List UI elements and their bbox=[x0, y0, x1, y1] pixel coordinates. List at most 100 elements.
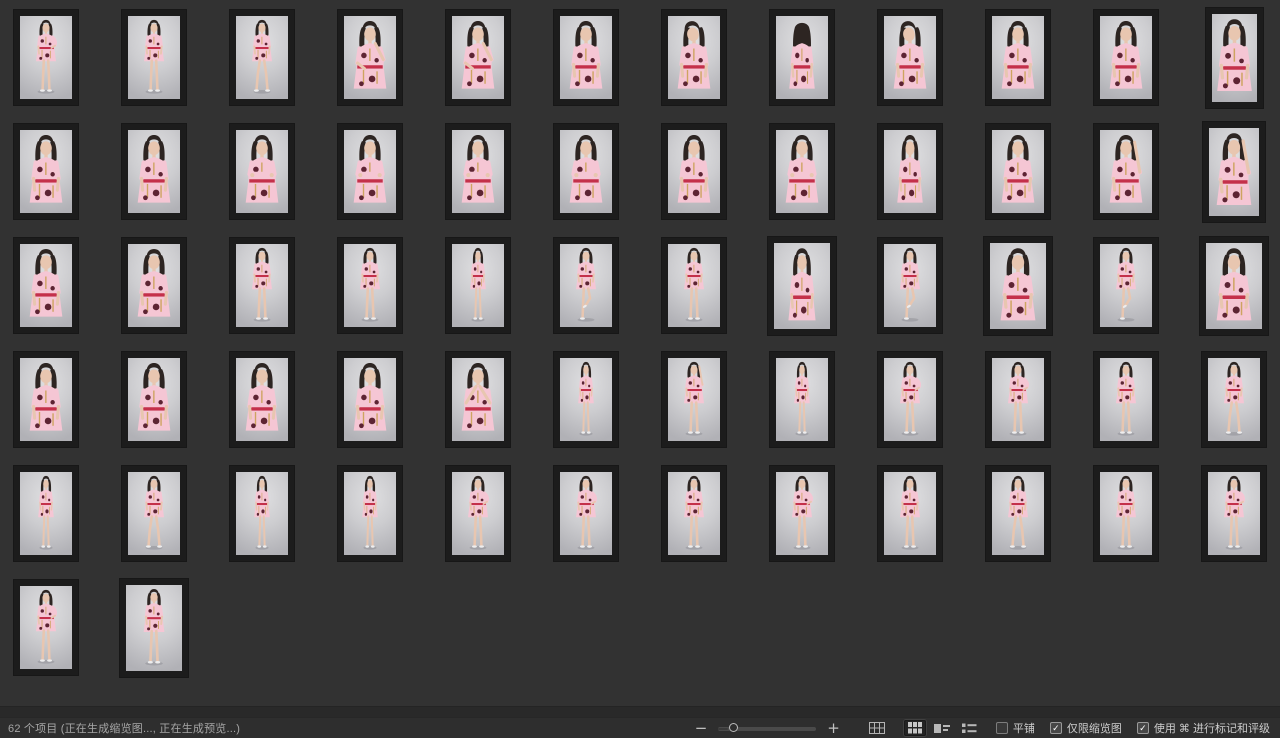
thumbnail[interactable] bbox=[662, 466, 726, 561]
photo-full-hip bbox=[992, 358, 1044, 441]
thumbnail[interactable] bbox=[1094, 466, 1158, 561]
photo-half-hair bbox=[1100, 130, 1152, 213]
thumbnail[interactable] bbox=[446, 352, 510, 447]
thumbnail[interactable] bbox=[338, 238, 402, 333]
photo-half-back bbox=[776, 16, 828, 99]
option-thumbnails-only[interactable]: ✓ 仅限缩览图 bbox=[1050, 720, 1122, 736]
thumbnail[interactable] bbox=[14, 124, 78, 219]
photo-half-stand bbox=[20, 358, 72, 441]
thumbnail[interactable] bbox=[230, 238, 294, 333]
thumbnail[interactable] bbox=[554, 238, 618, 333]
photo-half-chin bbox=[344, 16, 396, 99]
thumbnail-frame bbox=[446, 466, 510, 561]
thumbnail[interactable] bbox=[122, 238, 186, 333]
option-cmd-rating[interactable]: ✓ 使用 ⌘ 进行标记和评级 bbox=[1137, 720, 1270, 736]
table-view-button[interactable] bbox=[865, 720, 889, 736]
thumbnail-frame bbox=[1203, 122, 1265, 222]
zoom-in-button[interactable]: + bbox=[824, 721, 843, 736]
list-view-button[interactable] bbox=[958, 721, 981, 736]
thumbnail[interactable] bbox=[446, 466, 510, 561]
thumbnail-frame bbox=[984, 237, 1052, 335]
photo-full-hip bbox=[560, 472, 612, 555]
thumbnail[interactable] bbox=[554, 466, 618, 561]
tile-checkbox[interactable] bbox=[996, 722, 1008, 734]
thumbnail[interactable] bbox=[338, 466, 402, 561]
photo-half-cross bbox=[344, 130, 396, 213]
thumbnail[interactable] bbox=[1094, 10, 1158, 105]
thumbnails-only-checkbox[interactable]: ✓ bbox=[1050, 722, 1062, 734]
thumbnail[interactable] bbox=[122, 124, 186, 219]
thumbnail[interactable] bbox=[14, 238, 78, 333]
thumbnail[interactable] bbox=[1094, 124, 1158, 219]
cmd-rating-checkbox[interactable]: ✓ bbox=[1137, 722, 1149, 734]
photo-full-stand bbox=[344, 244, 396, 327]
thumbnail[interactable] bbox=[446, 124, 510, 219]
photo-half-cross bbox=[560, 130, 612, 213]
thumbnail[interactable] bbox=[986, 352, 1050, 447]
thumbnail[interactable] bbox=[986, 466, 1050, 561]
thumbnail[interactable] bbox=[1202, 352, 1266, 447]
thumbnail[interactable] bbox=[338, 352, 402, 447]
thumbnail[interactable] bbox=[878, 10, 942, 105]
thumbnail[interactable] bbox=[878, 352, 942, 447]
thumbnail[interactable] bbox=[446, 238, 510, 333]
thumbnail[interactable] bbox=[662, 124, 726, 219]
photo-half-cross bbox=[452, 130, 504, 213]
thumbnail[interactable] bbox=[986, 124, 1050, 219]
detail-view-button[interactable] bbox=[930, 721, 954, 736]
thumbnail[interactable] bbox=[338, 124, 402, 219]
thumbnail-size-slider[interactable] bbox=[718, 722, 816, 734]
thumbnail[interactable] bbox=[1202, 10, 1266, 105]
thumbnail[interactable] bbox=[770, 466, 834, 561]
thumbnail[interactable] bbox=[986, 238, 1050, 333]
thumbnail[interactable] bbox=[122, 10, 186, 105]
thumbnail[interactable] bbox=[770, 124, 834, 219]
thumbnail[interactable] bbox=[230, 352, 294, 447]
photo-half-cross bbox=[776, 130, 828, 213]
option-tile[interactable]: 平铺 bbox=[996, 720, 1035, 736]
thumbnail[interactable] bbox=[338, 10, 402, 105]
thumbnail[interactable] bbox=[230, 124, 294, 219]
thumbnail[interactable] bbox=[554, 352, 618, 447]
photo-half-stand bbox=[1100, 16, 1152, 99]
thumbnail[interactable] bbox=[14, 10, 78, 105]
thumbnail[interactable] bbox=[878, 124, 942, 219]
thumbnail-frame bbox=[1094, 352, 1158, 447]
thumbnail[interactable] bbox=[230, 466, 294, 561]
thumbnail[interactable] bbox=[14, 352, 78, 447]
thumbnail-frame bbox=[986, 10, 1050, 105]
thumbnail[interactable] bbox=[770, 238, 834, 333]
thumbnail[interactable] bbox=[122, 580, 186, 675]
thumbnail[interactable] bbox=[878, 466, 942, 561]
zoom-out-button[interactable]: − bbox=[692, 721, 711, 736]
thumbnail[interactable] bbox=[662, 238, 726, 333]
thumbnail[interactable] bbox=[1202, 124, 1266, 219]
thumbnail[interactable] bbox=[122, 352, 186, 447]
thumbnail[interactable] bbox=[446, 10, 510, 105]
thumbnail[interactable] bbox=[1202, 238, 1266, 333]
thumbnail-frame bbox=[554, 238, 618, 333]
thumbnail[interactable] bbox=[770, 352, 834, 447]
slider-thumb[interactable] bbox=[729, 723, 738, 732]
thumbnail[interactable] bbox=[554, 124, 618, 219]
thumbnail[interactable] bbox=[770, 10, 834, 105]
thumbnail[interactable] bbox=[230, 10, 294, 105]
thumbnail[interactable] bbox=[662, 10, 726, 105]
photo-full-hip bbox=[776, 472, 828, 555]
photo-full-walk bbox=[1208, 358, 1260, 441]
thumbnail[interactable] bbox=[662, 352, 726, 447]
thumbnail[interactable] bbox=[14, 580, 78, 675]
thumbnail-frame bbox=[230, 352, 294, 447]
photo-half-tilt bbox=[884, 16, 936, 99]
thumbnail-frame bbox=[230, 10, 294, 105]
thumbnail[interactable] bbox=[1094, 352, 1158, 447]
photo-full-stand bbox=[126, 585, 182, 671]
thumbnail[interactable] bbox=[878, 238, 942, 333]
grid-view-button[interactable] bbox=[904, 720, 926, 736]
thumbnail[interactable] bbox=[554, 10, 618, 105]
thumbnail[interactable] bbox=[1094, 238, 1158, 333]
thumbnail[interactable] bbox=[14, 466, 78, 561]
thumbnail[interactable] bbox=[122, 466, 186, 561]
thumbnail[interactable] bbox=[1202, 466, 1266, 561]
thumbnail[interactable] bbox=[986, 10, 1050, 105]
